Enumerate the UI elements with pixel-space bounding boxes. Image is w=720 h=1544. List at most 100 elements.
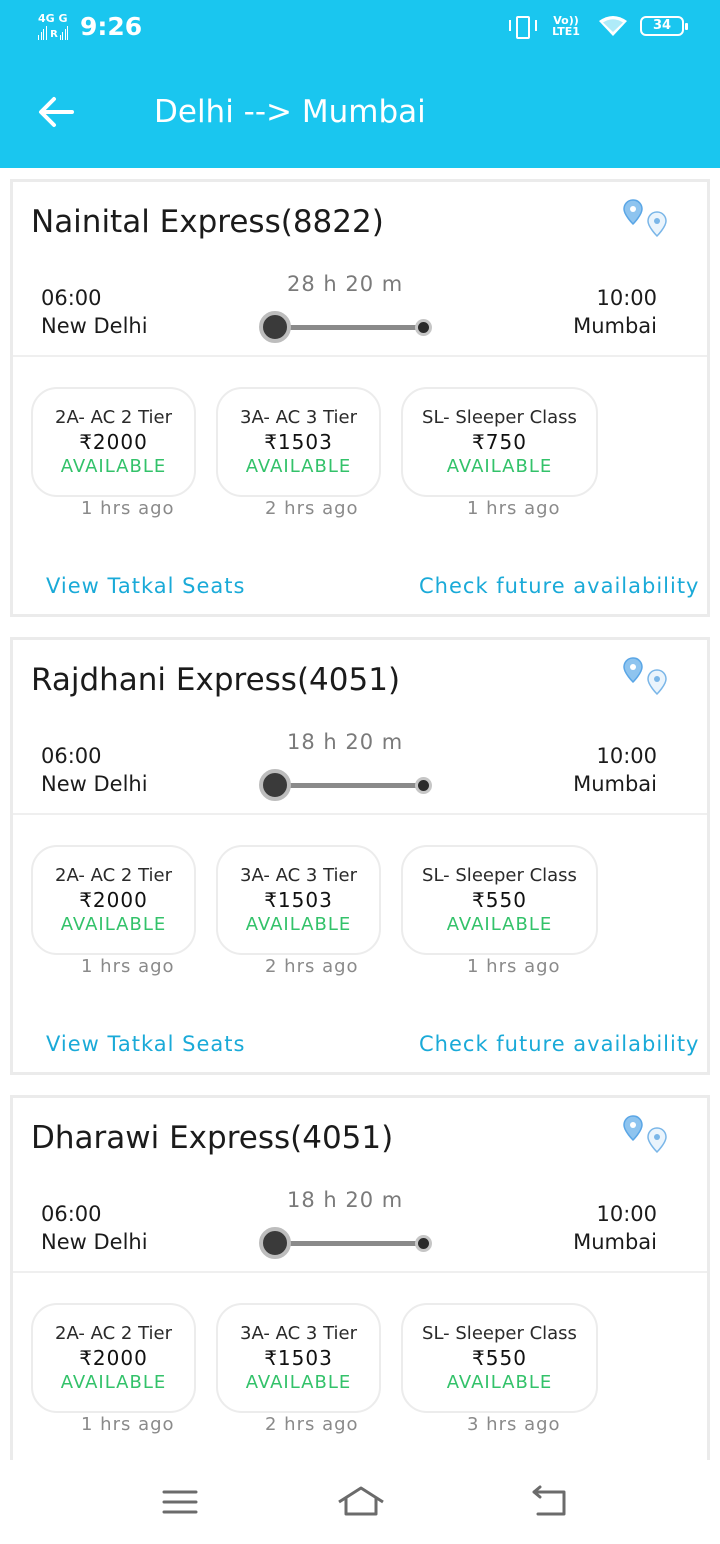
last-updated: 3 hrs ago bbox=[467, 1414, 561, 1435]
arrival-info: 10:00 Mumbai bbox=[573, 742, 657, 798]
departure-time: 06:00 bbox=[41, 286, 102, 310]
last-updated: 1 hrs ago bbox=[81, 498, 175, 519]
map-pin-icon[interactable] bbox=[623, 656, 673, 700]
class-option-3a[interactable]: 3A- AC 3 Tier ₹1503 AVAILABLE bbox=[216, 1303, 381, 1413]
class-label: 3A- AC 3 Tier bbox=[240, 1323, 357, 1344]
roaming-label: R bbox=[50, 29, 58, 40]
class-price: ₹2000 bbox=[79, 430, 148, 454]
class-price: ₹2000 bbox=[79, 888, 148, 912]
page-title: Delhi --> Mumbai bbox=[154, 94, 426, 130]
class-option-3a[interactable]: 3A- AC 3 Tier ₹1503 AVAILABLE bbox=[216, 845, 381, 955]
class-label: 3A- AC 3 Tier bbox=[240, 407, 357, 428]
destination-dot-icon bbox=[415, 1235, 432, 1252]
availability-status: AVAILABLE bbox=[245, 456, 352, 477]
departure-time: 06:00 bbox=[41, 1202, 102, 1226]
class-option-sl[interactable]: SL- Sleeper Class ₹550 AVAILABLE bbox=[401, 845, 598, 955]
arrow-left-icon bbox=[39, 97, 74, 127]
last-updated: 1 hrs ago bbox=[81, 956, 175, 977]
train-list[interactable]: Nainital Express(8822) 06:00 New Delhi 2… bbox=[0, 168, 720, 1460]
map-pin-icon[interactable] bbox=[623, 198, 673, 242]
check-future-link[interactable]: Check future availability bbox=[419, 1032, 700, 1056]
route-track bbox=[259, 1225, 435, 1261]
route-track bbox=[259, 767, 435, 803]
train-card[interactable]: Dharawi Express(4051) 06:00 New Delhi 18… bbox=[10, 1095, 710, 1460]
departure-time: 06:00 bbox=[41, 744, 102, 768]
class-option-sl[interactable]: SL- Sleeper Class ₹750 AVAILABLE bbox=[401, 387, 598, 497]
journey-timeline: 06:00 New Delhi 28 h 20 m 10:00 Mumbai bbox=[13, 272, 707, 352]
app-bar: Delhi --> Mumbai bbox=[0, 56, 720, 168]
arrival-info: 10:00 Mumbai bbox=[573, 284, 657, 340]
departure-info: 06:00 New Delhi bbox=[41, 284, 148, 340]
class-price: ₹550 bbox=[472, 888, 527, 912]
class-label: 2A- AC 2 Tier bbox=[55, 1323, 172, 1344]
class-option-3a[interactable]: 3A- AC 3 Tier ₹1503 AVAILABLE bbox=[216, 387, 381, 497]
origin-dot-icon bbox=[259, 1227, 291, 1259]
journey-duration: 18 h 20 m bbox=[287, 1188, 404, 1212]
system-nav-bar bbox=[0, 1460, 720, 1544]
vibrate-icon bbox=[508, 14, 537, 39]
arrival-info: 10:00 Mumbai bbox=[573, 1200, 657, 1256]
class-price: ₹1503 bbox=[264, 430, 333, 454]
last-updated: 2 hrs ago bbox=[265, 956, 359, 977]
class-price: ₹2000 bbox=[79, 1346, 148, 1370]
destination-dot-icon bbox=[415, 777, 432, 794]
journey-duration: 18 h 20 m bbox=[287, 730, 404, 754]
last-updated: 1 hrs ago bbox=[467, 498, 561, 519]
class-option-2a[interactable]: 2A- AC 2 Tier ₹2000 AVAILABLE bbox=[31, 1303, 196, 1413]
availability-status: AVAILABLE bbox=[60, 1372, 167, 1393]
divider bbox=[13, 813, 707, 815]
class-price: ₹750 bbox=[472, 430, 527, 454]
class-label: 2A- AC 2 Tier bbox=[55, 865, 172, 886]
last-updated: 1 hrs ago bbox=[81, 1414, 175, 1435]
network-type-label: 4G G bbox=[38, 12, 68, 25]
origin-dot-icon bbox=[259, 769, 291, 801]
volte-label: Vo)) LTE1 bbox=[552, 14, 580, 38]
divider bbox=[13, 1271, 707, 1273]
class-price: ₹1503 bbox=[264, 1346, 333, 1370]
status-time: 9:26 bbox=[80, 12, 143, 41]
battery-indicator: 34 bbox=[640, 16, 688, 36]
departure-station: New Delhi bbox=[41, 1230, 148, 1254]
train-name: Dharawi Express(4051) bbox=[31, 1120, 394, 1156]
class-label: 3A- AC 3 Tier bbox=[240, 865, 357, 886]
class-price: ₹1503 bbox=[264, 888, 333, 912]
menu-icon[interactable] bbox=[158, 1484, 202, 1520]
train-name: Rajdhani Express(4051) bbox=[31, 662, 401, 698]
class-label: SL- Sleeper Class bbox=[422, 407, 577, 428]
last-updated: 2 hrs ago bbox=[265, 498, 359, 519]
availability-status: AVAILABLE bbox=[446, 1372, 553, 1393]
class-option-2a[interactable]: 2A- AC 2 Tier ₹2000 AVAILABLE bbox=[31, 387, 196, 497]
arrival-time: 10:00 bbox=[596, 286, 657, 310]
departure-station: New Delhi bbox=[41, 314, 148, 338]
journey-timeline: 06:00 New Delhi 18 h 20 m 10:00 Mumbai bbox=[13, 1188, 707, 1268]
home-icon[interactable] bbox=[334, 1480, 388, 1522]
arrival-station: Mumbai bbox=[573, 772, 657, 796]
departure-info: 06:00 New Delhi bbox=[41, 1200, 148, 1256]
back-button[interactable] bbox=[30, 86, 82, 138]
train-card[interactable]: Rajdhani Express(4051) 06:00 New Delhi 1… bbox=[10, 637, 710, 1075]
departure-station: New Delhi bbox=[41, 772, 148, 796]
arrival-station: Mumbai bbox=[573, 1230, 657, 1254]
view-tatkal-link[interactable]: View Tatkal Seats bbox=[46, 574, 245, 598]
destination-dot-icon bbox=[415, 319, 432, 336]
journey-timeline: 06:00 New Delhi 18 h 20 m 10:00 Mumbai bbox=[13, 730, 707, 810]
arrival-station: Mumbai bbox=[573, 314, 657, 338]
class-price: ₹550 bbox=[472, 1346, 527, 1370]
availability-status: AVAILABLE bbox=[60, 456, 167, 477]
status-bar: 4G G R 9:26 Vo)) LTE1 34 bbox=[0, 0, 720, 56]
signal-bars-icon: R bbox=[38, 24, 68, 40]
map-pin-icon[interactable] bbox=[623, 1114, 673, 1158]
divider bbox=[13, 355, 707, 357]
return-icon[interactable] bbox=[526, 1482, 572, 1522]
route-track bbox=[259, 309, 435, 345]
class-label: 2A- AC 2 Tier bbox=[55, 407, 172, 428]
availability-status: AVAILABLE bbox=[245, 1372, 352, 1393]
wifi-icon bbox=[599, 16, 627, 36]
check-future-link[interactable]: Check future availability bbox=[419, 574, 700, 598]
train-card[interactable]: Nainital Express(8822) 06:00 New Delhi 2… bbox=[10, 179, 710, 617]
class-option-sl[interactable]: SL- Sleeper Class ₹550 AVAILABLE bbox=[401, 1303, 598, 1413]
view-tatkal-link[interactable]: View Tatkal Seats bbox=[46, 1032, 245, 1056]
class-option-2a[interactable]: 2A- AC 2 Tier ₹2000 AVAILABLE bbox=[31, 845, 196, 955]
last-updated: 2 hrs ago bbox=[265, 1414, 359, 1435]
availability-status: AVAILABLE bbox=[446, 456, 553, 477]
